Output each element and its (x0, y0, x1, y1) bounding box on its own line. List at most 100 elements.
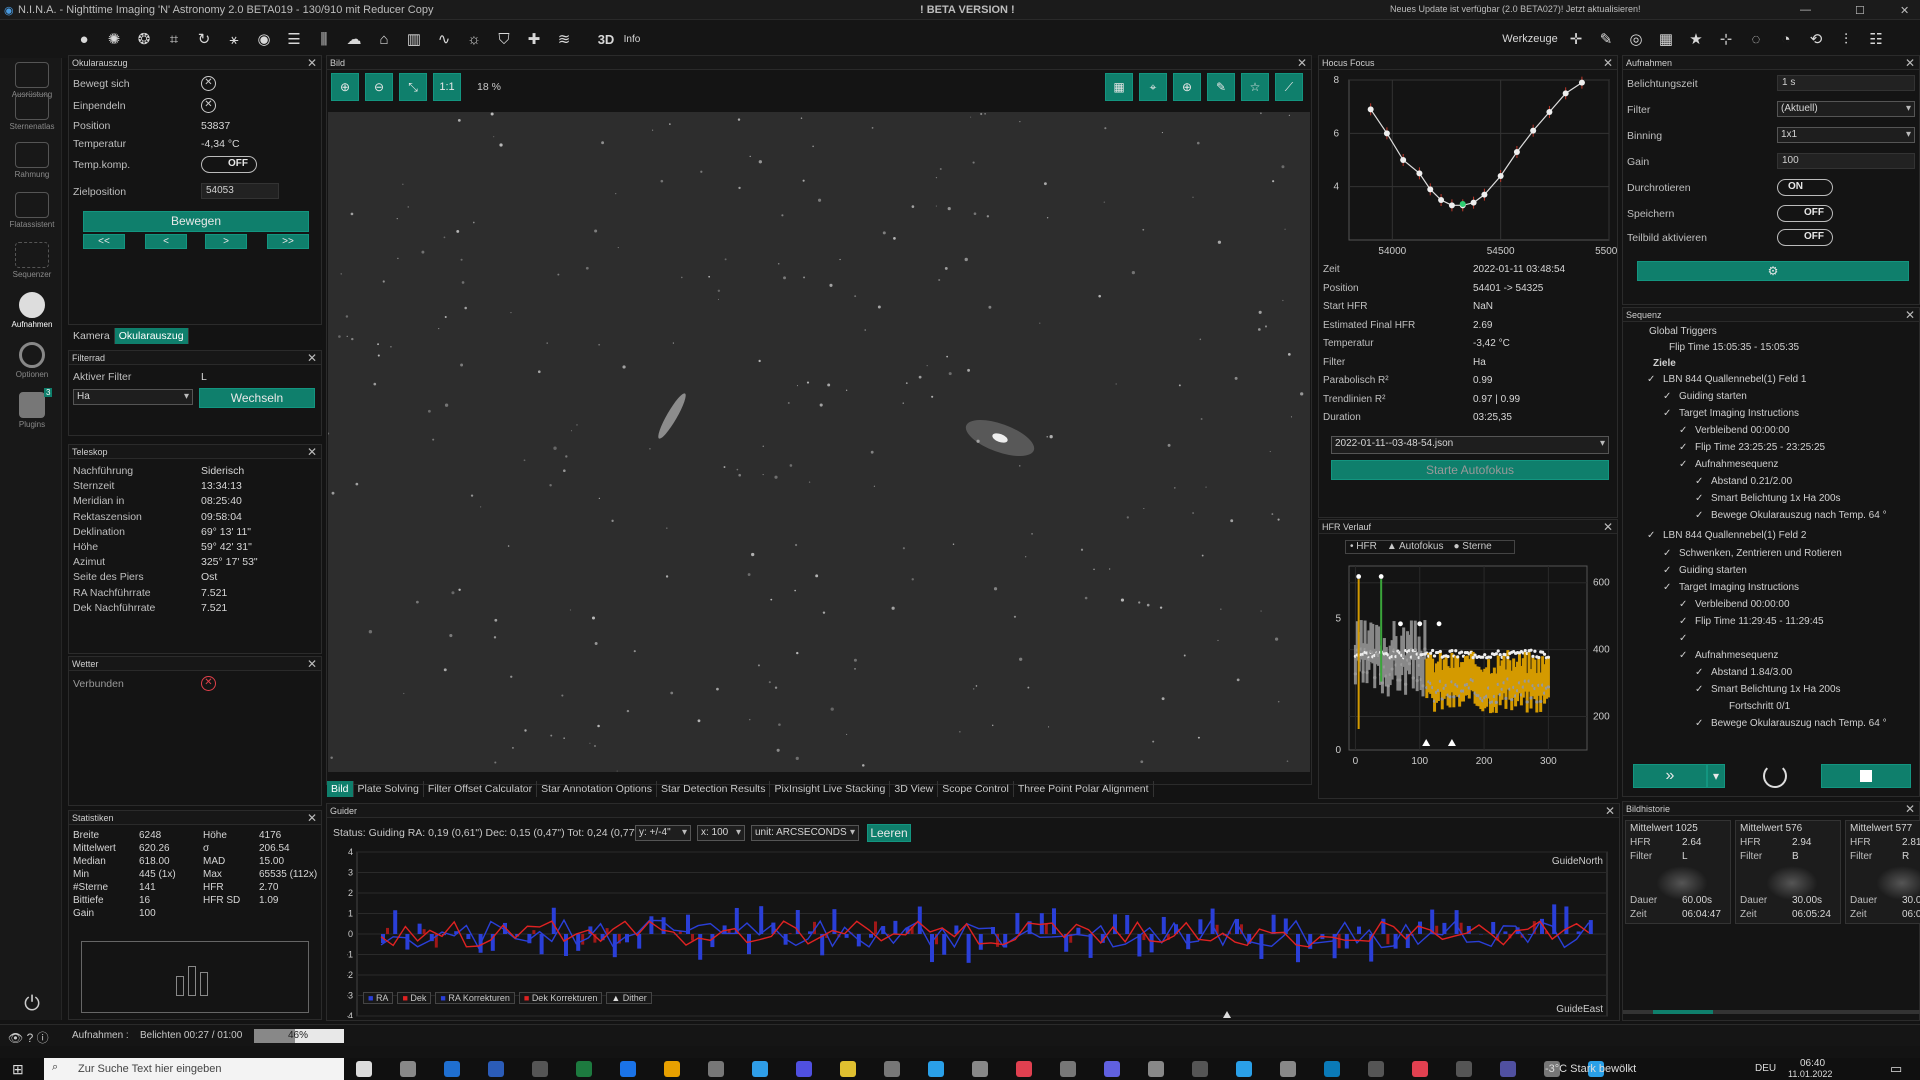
puzzle-icon[interactable]: ✚ (524, 29, 544, 49)
history-scroll-thumb[interactable] (1653, 1010, 1713, 1014)
taskbar-app-icon[interactable] (708, 1061, 724, 1077)
nav-framing[interactable]: Rahmung (4, 142, 60, 179)
taskbar-app-icon[interactable] (532, 1061, 548, 1077)
temp-comp-toggle[interactable]: OFF (201, 156, 257, 173)
taskbar-app-icon[interactable] (884, 1061, 900, 1077)
nav-options[interactable]: Optionen (4, 342, 60, 379)
sequence-item[interactable]: Smart Belichtung 1x Ha 200s (1711, 684, 1841, 695)
sequence-item[interactable]: Bewege Okularauszug nach Temp. 64 ° (1711, 718, 1887, 729)
tab-camera[interactable]: Kamera (69, 328, 115, 344)
sequence-item[interactable]: Flip Time 11:29:45 - 11:29:45 (1695, 616, 1824, 627)
change-filter-button[interactable]: Wechseln (199, 388, 315, 408)
sequence-item[interactable]: Flip Time 15:05:35 - 15:05:35 (1669, 342, 1799, 353)
clear-button[interactable]: Leeren (867, 824, 911, 842)
zoom-1to1-button[interactable]: 1:1 (433, 73, 461, 101)
binning-select[interactable]: 1x1 (1777, 127, 1915, 143)
close-icon[interactable]: ✕ (1905, 308, 1915, 322)
sequence-item[interactable]: Fortschritt 0/1 (1729, 701, 1790, 712)
history-card[interactable]: Mittelwert 576 HFR 2.94 Filter B Dauer 30.00s Z… (1735, 820, 1841, 924)
taskbar-app-icon[interactable] (620, 1061, 636, 1077)
fit-icon[interactable]: ⤡ (399, 73, 427, 101)
history-scrollbar[interactable] (1623, 1010, 1920, 1014)
image-tab[interactable]: Star Detection Results (657, 781, 771, 797)
nav-flat-wizard[interactable]: Flatassistent (4, 192, 60, 229)
annotate-icon[interactable]: ⌖ (1139, 73, 1167, 101)
nav-skyatlas[interactable]: Sternenatlas (4, 94, 60, 131)
loop-toggle[interactable]: ON (1777, 179, 1833, 196)
exposure-input[interactable]: 1 s (1777, 75, 1915, 91)
rotator-icon[interactable]: ↻ (194, 29, 214, 49)
astro-image[interactable] (328, 112, 1310, 772)
close-icon[interactable]: ✕ (307, 56, 317, 70)
image-tab[interactable]: Star Annotation Options (537, 781, 657, 797)
nav-imaging[interactable]: Aufnahmen (4, 292, 60, 329)
telescope-icon[interactable]: ⚹ (224, 29, 244, 49)
zoom-out-icon[interactable]: ⊖ (365, 73, 393, 101)
guider-icon[interactable]: ◉ (254, 29, 274, 49)
sliders2-icon[interactable]: ⫶ (1836, 29, 1856, 49)
subframe-toggle[interactable]: OFF (1777, 229, 1833, 246)
camera-icon[interactable]: ● (74, 29, 94, 49)
close-icon[interactable]: ✕ (1605, 804, 1615, 818)
close-icon[interactable]: ✕ (1603, 56, 1613, 70)
taskbar-app-icon[interactable] (356, 1061, 372, 1077)
image-tab[interactable]: PixInsight Live Stacking (770, 781, 891, 797)
focus-run-select[interactable]: 2022-01-11--03-48-54.json (1331, 436, 1609, 454)
taskbar-app-icon[interactable] (1500, 1061, 1516, 1077)
power-icon[interactable]: ⏻ (4, 993, 60, 1016)
star-icon[interactable]: ☆ (1241, 73, 1269, 101)
taskbar-app-icon[interactable] (400, 1061, 416, 1077)
sequence-item[interactable]: Verbleibend 00:00:00 (1695, 425, 1790, 436)
tool-star-icon[interactable]: ★ (1686, 29, 1706, 49)
filter-select[interactable]: Ha (73, 389, 193, 405)
bulb-icon[interactable]: ☼ (464, 29, 484, 49)
list-icon[interactable]: ☰ (284, 29, 304, 49)
grid-icon[interactable]: ▦ (1105, 73, 1133, 101)
taskbar-app-icon[interactable] (1236, 1061, 1252, 1077)
tool-target-icon[interactable]: ◎ (1626, 29, 1646, 49)
list2-icon[interactable]: ☷ (1866, 29, 1886, 49)
tool-gauge-icon[interactable]: ◔ (1776, 29, 1796, 49)
dome-icon[interactable]: ⌂ (374, 29, 394, 49)
windows-start-icon[interactable]: ⊞ (12, 1061, 24, 1078)
notification-icon[interactable]: ▭ (1890, 1061, 1902, 1077)
y-scale-select[interactable]: y: +/-4" (635, 825, 691, 841)
sequence-item[interactable]: Verbleibend 00:00:00 (1695, 599, 1790, 610)
taskbar-app-icon[interactable] (1104, 1061, 1120, 1077)
wave-icon[interactable]: ∿ (434, 29, 454, 49)
tool-calc-icon[interactable]: ▦ (1656, 29, 1676, 49)
chart-icon[interactable]: ▥ (404, 29, 424, 49)
taskbar-app-icon[interactable] (488, 1061, 504, 1077)
step-far-right-button[interactable]: >> (267, 234, 309, 249)
tool-crosshair-icon[interactable]: ✛ (1566, 29, 1586, 49)
cloud-icon[interactable]: ☁ (344, 29, 364, 49)
update-notice[interactable]: Neues Update ist verfügbar (2.0 BETA027)… (1390, 4, 1640, 14)
plate-solve-icon[interactable]: ⟋ (1275, 73, 1303, 101)
sequence-item[interactable]: Bewege Okularauszug nach Temp. 64 ° (1711, 510, 1887, 521)
start-autofocus-button[interactable]: Starte Autofokus (1331, 460, 1609, 480)
image-tab[interactable]: Plate Solving (354, 781, 424, 797)
close-icon[interactable]: ✕ (307, 445, 317, 459)
gain-input[interactable]: 100 (1777, 153, 1915, 169)
step-right-button[interactable]: > (205, 234, 247, 249)
frame-icon[interactable]: ⌗ (164, 29, 184, 49)
move-button[interactable]: Bewegen (83, 211, 309, 232)
taskbar-app-icon[interactable] (1148, 1061, 1164, 1077)
sequence-item[interactable]: Aufnahmesequenz (1695, 650, 1778, 661)
taskbar-weather[interactable]: -3°C Stark bewölkt (1545, 1063, 1636, 1075)
sequence-item[interactable]: Abstand 1.84/3.00 (1711, 667, 1792, 678)
nav-plugins[interactable]: Plugins 3 (4, 388, 60, 429)
layers-icon[interactable]: ≋ (554, 29, 574, 49)
sequence-item[interactable]: LBN 844 Quallennebel(1) Feld 1 (1663, 374, 1806, 385)
minimize-icon[interactable]: — (1800, 4, 1811, 16)
sequence-item[interactable]: Global Triggers (1649, 326, 1717, 337)
taskbar-app-icon[interactable] (664, 1061, 680, 1077)
sequence-item[interactable]: Flip Time 23:25:25 - 23:25:25 (1695, 442, 1825, 453)
taskbar-app-icon[interactable] (1456, 1061, 1472, 1077)
taskbar-app-icon[interactable] (1016, 1061, 1032, 1077)
capture-start-button[interactable]: ⚙ (1637, 261, 1909, 281)
step-far-left-button[interactable]: << (83, 234, 125, 249)
taskbar-app-icon[interactable] (972, 1061, 988, 1077)
sequence-item[interactable]: LBN 844 Quallennebel(1) Feld 2 (1663, 530, 1806, 541)
taskbar-language[interactable]: DEU (1755, 1063, 1776, 1074)
